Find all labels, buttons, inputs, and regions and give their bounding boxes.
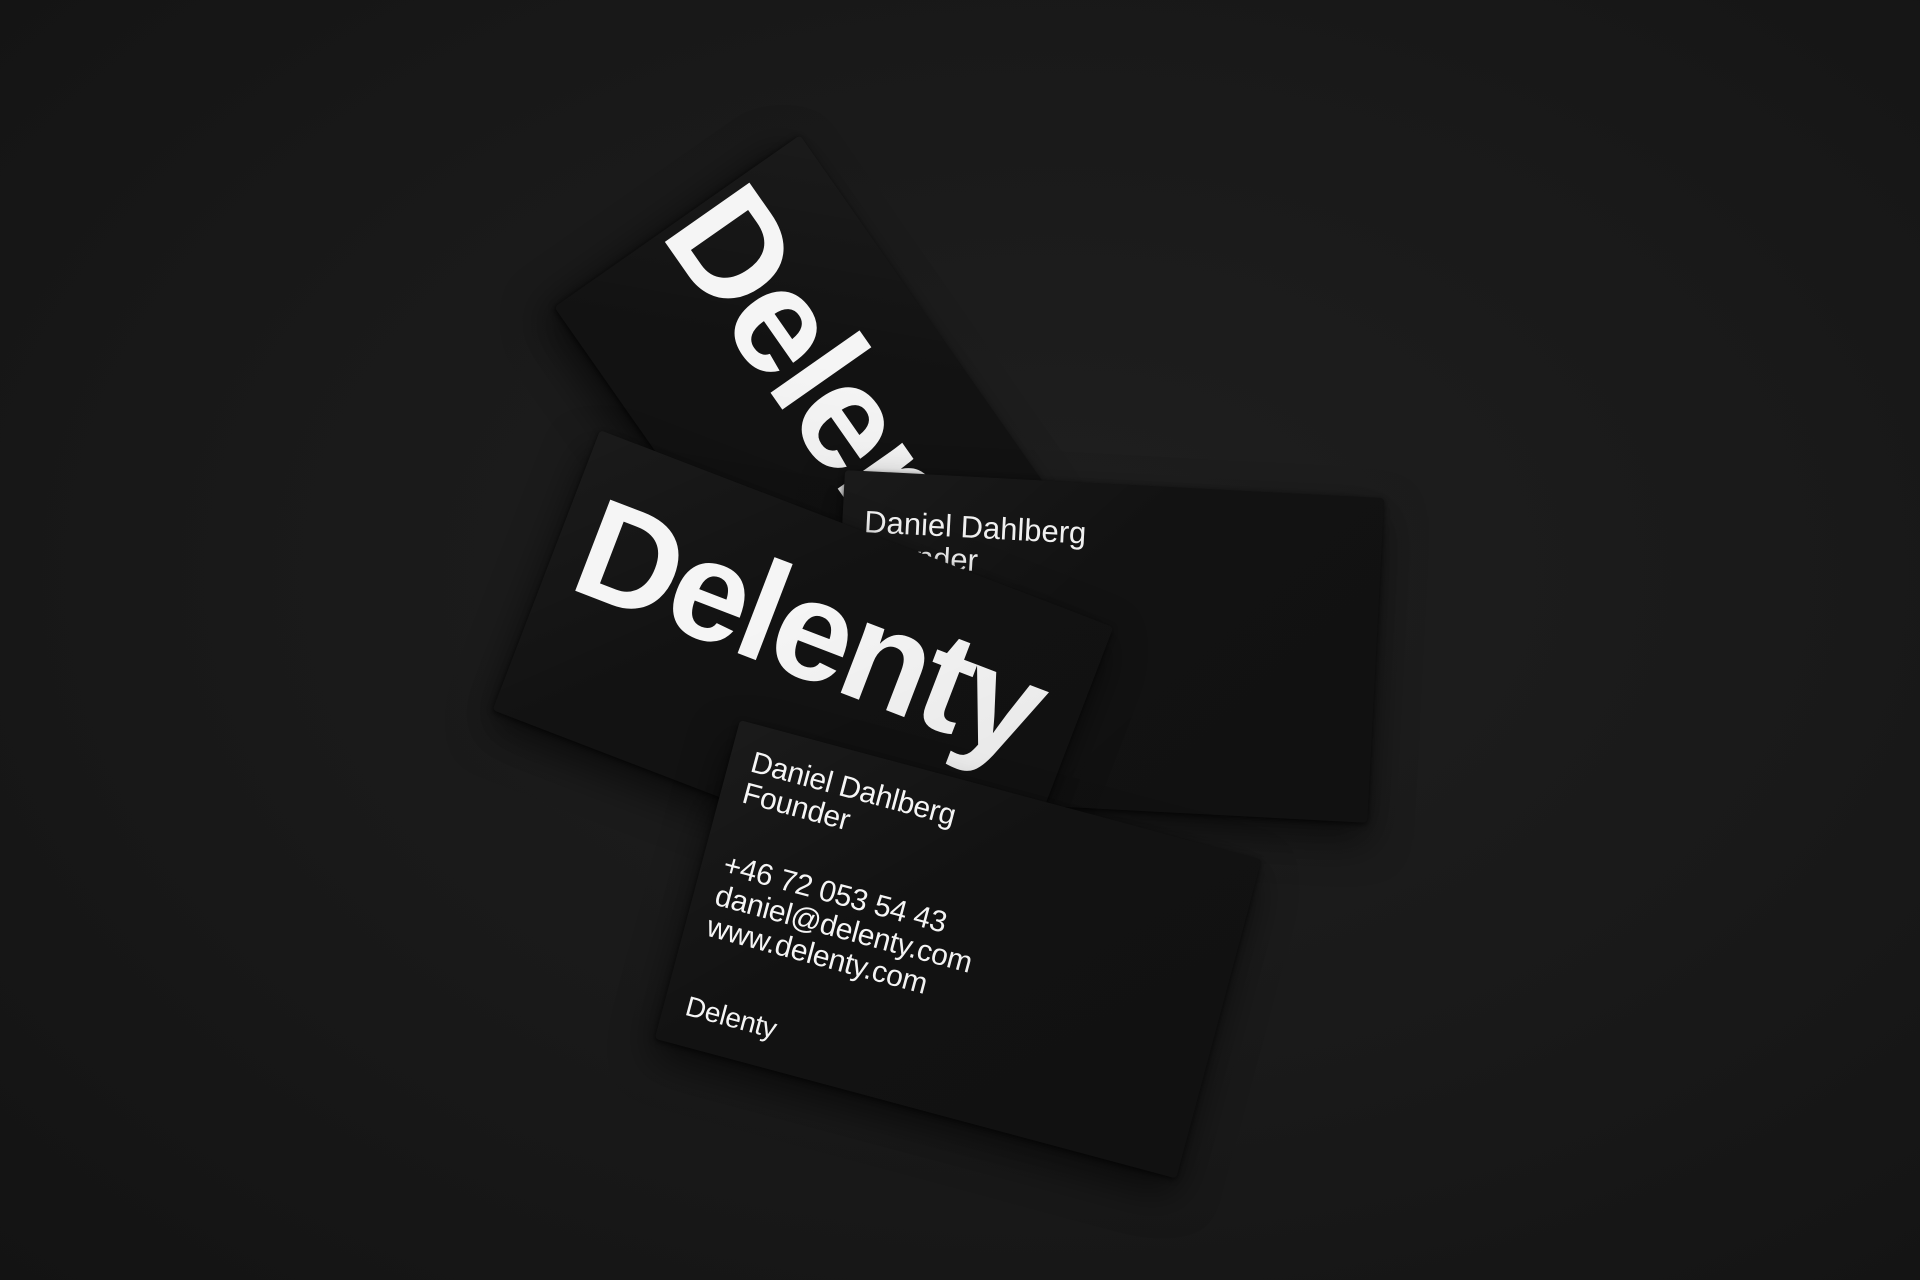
- business-card-mockup-scene: Delent Daniel Dahlberg Founder Delenty D…: [0, 0, 1920, 1280]
- card-brand-name: Delenty: [682, 990, 781, 1045]
